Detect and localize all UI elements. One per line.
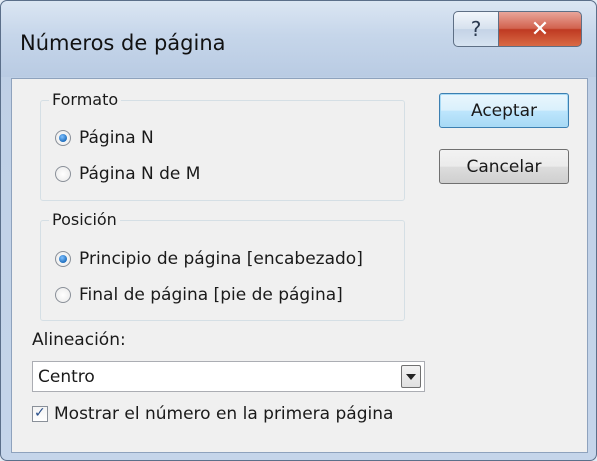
formato-group: Formato Página N Página N de M [40, 90, 405, 201]
alignment-label: Alineación: [32, 330, 126, 350]
close-button[interactable]: ✕ [498, 11, 582, 47]
alignment-selected-value: Centro [38, 366, 95, 387]
radio-button-checked[interactable] [55, 130, 71, 146]
formato-legend: Formato [49, 90, 122, 109]
first-page-checkbox-row[interactable]: ✓ Mostrar el número en la primera página [32, 404, 393, 424]
radio-pagina-n[interactable]: Página N [55, 128, 154, 148]
first-page-checkbox[interactable]: ✓ [32, 405, 48, 422]
radio-label: Página N [79, 128, 154, 148]
radio-label: Página N de M [79, 164, 201, 184]
radio-label: Principio de página [encabezado] [79, 249, 363, 269]
cancel-button[interactable]: Cancelar [439, 149, 569, 184]
dialog-body: Formato Página N Página N de M Posición … [11, 78, 588, 453]
alignment-select[interactable]: Centro [32, 361, 425, 392]
radio-button[interactable] [55, 166, 71, 182]
first-page-checkbox-label: Mostrar el número en la primera página [54, 404, 394, 424]
dialog-window: Números de página ? ✕ Formato Página N P… [0, 0, 597, 461]
radio-pagina-n-de-m[interactable]: Página N de M [55, 164, 200, 184]
checkmark-icon: ✓ [34, 405, 46, 421]
posicion-group: Posición Principio de página [encabezado… [40, 210, 405, 321]
dropdown-arrow-button[interactable] [401, 365, 421, 388]
chevron-down-icon [406, 373, 416, 380]
posicion-legend: Posición [49, 210, 120, 229]
radio-button-checked[interactable] [55, 251, 71, 267]
close-icon: ✕ [530, 16, 550, 42]
title-bar[interactable]: Números de página ? ✕ [1, 1, 596, 77]
radio-principio-pagina[interactable]: Principio de página [encabezado] [55, 249, 363, 269]
radio-final-pagina[interactable]: Final de página [pie de página] [55, 285, 343, 305]
accept-button[interactable]: Aceptar [439, 93, 569, 128]
radio-label: Final de página [pie de página] [79, 285, 343, 305]
help-icon: ? [470, 17, 482, 41]
help-button[interactable]: ? [453, 11, 499, 47]
radio-button[interactable] [55, 287, 71, 303]
dialog-title: Números de página [20, 31, 226, 55]
